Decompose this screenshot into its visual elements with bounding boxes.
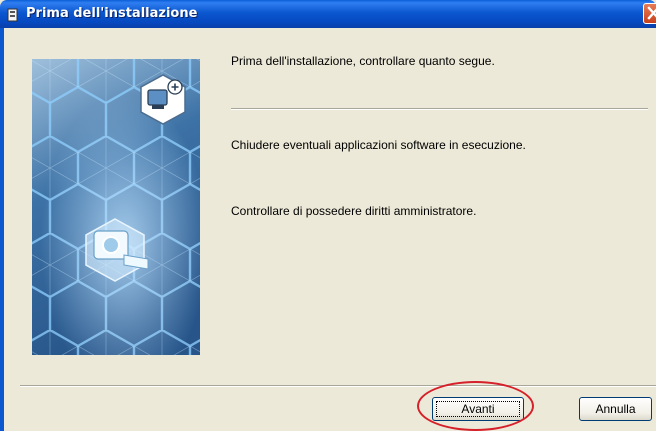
footer-divider <box>20 385 656 387</box>
close-icon <box>647 6 656 20</box>
window-title: Prima dell'installazione <box>26 6 198 21</box>
instruction-close-apps: Chiudere eventuali applicazioni software… <box>231 138 526 152</box>
close-button[interactable] <box>643 3 656 24</box>
install-graphic <box>32 59 200 355</box>
highlight-annotation <box>417 381 534 431</box>
cancel-button[interactable]: Annulla <box>579 397 652 421</box>
instruction-admin-rights: Controllare di possedere diritti amminis… <box>231 204 477 218</box>
intro-text: Prima dell'installazione, controllare qu… <box>231 54 495 68</box>
installer-icon <box>7 7 19 22</box>
cancel-button-label: Annulla <box>595 402 636 416</box>
title-bar[interactable]: Prima dell'installazione <box>0 0 656 28</box>
installer-window: Prima dell'installazione Prima dell'inst… <box>0 0 656 431</box>
divider <box>231 108 648 110</box>
